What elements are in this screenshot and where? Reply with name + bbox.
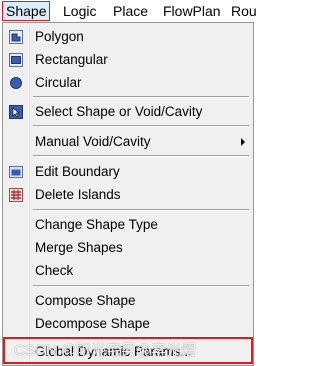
- menu-item-circular[interactable]: Circular: [3, 72, 253, 93]
- menu-item-edit-boundary[interactable]: Edit Boundary: [3, 161, 253, 182]
- shape-dropdown-menu: Polygon Rectangular Circular Select Shap…: [2, 22, 254, 366]
- separator: [33, 125, 249, 127]
- separator: [33, 155, 249, 157]
- check-label: Check: [35, 263, 74, 278]
- rectangular-label: Rectangular: [35, 52, 108, 67]
- change-shape-type-label: Change Shape Type: [35, 217, 158, 232]
- menu-bar: Shape Logic Place FlowPlan Rou: [0, 0, 257, 22]
- submenu-arrow-icon: [241, 138, 245, 146]
- menu-item-polygon[interactable]: Polygon: [3, 26, 253, 47]
- compose-shape-label: Compose Shape: [35, 293, 136, 308]
- circular-label: Circular: [35, 75, 82, 90]
- edit-boundary-icon: [9, 166, 23, 178]
- menu-item-check[interactable]: Check: [3, 260, 253, 281]
- select-shape-label: Select Shape or Void/Cavity: [35, 104, 203, 119]
- menu-logic[interactable]: Logic: [63, 2, 96, 20]
- menu-item-manual-void[interactable]: Manual Void/Cavity: [3, 131, 253, 152]
- polygon-icon: [9, 30, 23, 44]
- menu-place[interactable]: Place: [113, 2, 148, 20]
- select-shape-icon: [9, 105, 23, 119]
- separator: [33, 285, 249, 287]
- rectangle-icon: [9, 53, 23, 67]
- manual-void-label: Manual Void/Cavity: [35, 134, 151, 149]
- menu-item-compose-shape[interactable]: Compose Shape: [3, 290, 253, 311]
- menu-shape[interactable]: Shape: [2, 1, 51, 21]
- menu-flowplan[interactable]: FlowPlan: [163, 2, 221, 20]
- separator: [33, 96, 249, 98]
- menu-item-decompose-shape[interactable]: Decompose Shape: [3, 313, 253, 334]
- decompose-shape-label: Decompose Shape: [35, 316, 150, 331]
- delete-islands-label: Delete Islands: [35, 187, 121, 202]
- merge-shapes-label: Merge Shapes: [35, 240, 123, 255]
- menu-item-change-shape-type[interactable]: Change Shape Type: [3, 214, 253, 235]
- watermark: CSDN @阳光宅男@李光熠: [14, 342, 197, 359]
- delete-islands-icon: [9, 188, 23, 202]
- menu-item-rectangular[interactable]: Rectangular: [3, 49, 253, 70]
- menu-item-select-shape[interactable]: Select Shape or Void/Cavity: [3, 101, 253, 122]
- menu-item-delete-islands[interactable]: Delete Islands: [3, 184, 253, 205]
- circle-icon: [10, 77, 22, 89]
- edit-boundary-label: Edit Boundary: [35, 164, 120, 179]
- polygon-label: Polygon: [35, 29, 84, 44]
- separator: [33, 209, 249, 211]
- menu-route[interactable]: Rou: [231, 2, 257, 20]
- menu-item-merge-shapes[interactable]: Merge Shapes: [3, 237, 253, 258]
